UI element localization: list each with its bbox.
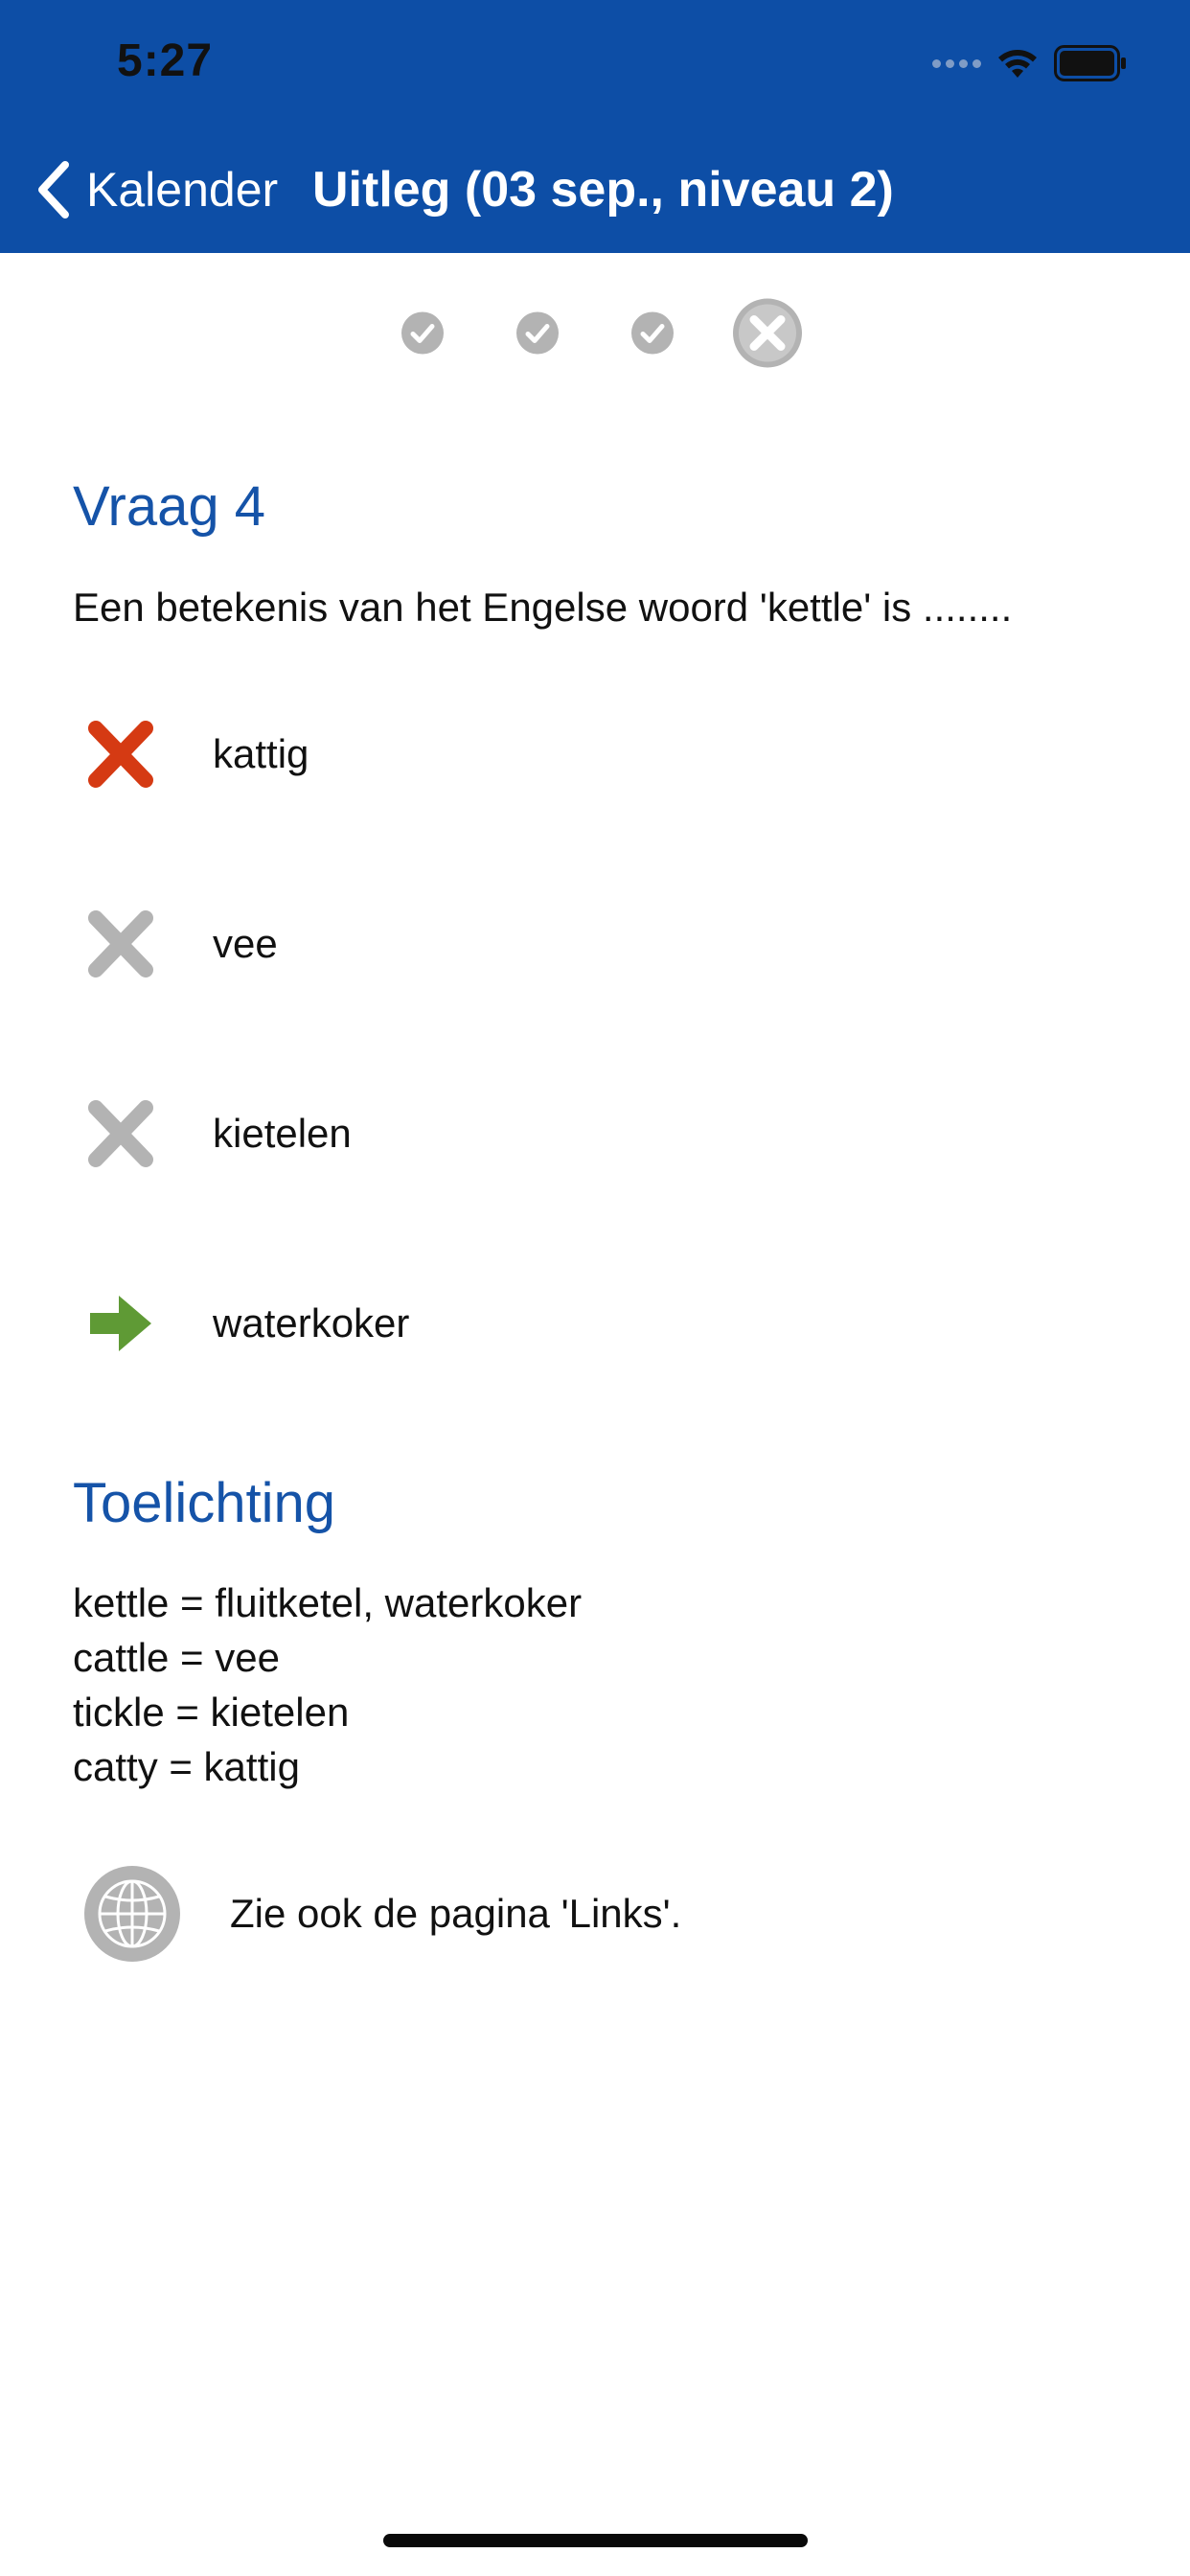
check-circle-icon [631, 311, 674, 355]
links-page-link[interactable]: Zie ook de pagina 'Links'. [82, 1861, 681, 1966]
answer-option-1[interactable]: kattig [73, 706, 1117, 802]
question-progress [0, 297, 1190, 375]
answer-option-3[interactable]: kietelen [73, 1086, 1117, 1182]
wifi-icon [998, 50, 1037, 78]
battery-icon [1054, 45, 1126, 81]
x-mark-gray-icon [88, 1100, 153, 1167]
explanation-title: Toelichting [73, 1472, 336, 1534]
answer-label: kattig [213, 731, 309, 776]
answer-option-4[interactable]: waterkoker [73, 1276, 1117, 1371]
progress-step-3[interactable] [629, 310, 675, 361]
links-label: Zie ook de pagina 'Links'. [230, 1891, 682, 1936]
page-title: Uitleg (03 sep., niveau 2) [312, 162, 894, 218]
answer-label: vee [213, 921, 278, 966]
explanation-text: kettle = fluitketel, waterkoker cattle =… [73, 1576, 582, 1794]
back-button-label: Kalender [86, 163, 279, 217]
chevron-left-icon [38, 161, 69, 218]
check-circle-icon [401, 311, 444, 355]
home-indicator[interactable] [383, 2534, 808, 2547]
progress-step-2[interactable] [515, 310, 561, 361]
answer-option-2[interactable]: vee [73, 896, 1117, 992]
cellular-signal-icon [932, 58, 981, 68]
answer-icon [73, 706, 169, 802]
check-circle-icon [516, 311, 559, 355]
answer-label: waterkoker [213, 1300, 410, 1346]
x-circle-icon [733, 298, 802, 368]
back-button[interactable]: Kalender [34, 153, 278, 226]
explanation-line: cattle = vee [73, 1635, 280, 1680]
question-title: Vraag 4 [73, 475, 265, 538]
answer-label: kietelen [213, 1111, 352, 1156]
arrow-right-green-icon [90, 1296, 151, 1351]
explanation-line: kettle = fluitketel, waterkoker [73, 1580, 583, 1625]
status-icons [932, 42, 1127, 84]
answer-icon [73, 1086, 169, 1182]
answer-icon [73, 1276, 169, 1371]
explanation-line: catty = kattig [73, 1744, 300, 1789]
navigation-header: 5:27 Kalender Uitleg (03 sep., niveau 2) [0, 0, 1190, 253]
globe-icon [84, 1866, 180, 1962]
question-text: Een betekenis van het Engelse woord 'ket… [73, 585, 1013, 630]
progress-step-1[interactable] [400, 310, 446, 361]
x-mark-red-icon [88, 721, 153, 788]
answer-icon [73, 896, 169, 992]
x-mark-gray-icon [88, 910, 153, 978]
explanation-line: tickle = kietelen [73, 1690, 350, 1735]
progress-step-4-current[interactable] [731, 297, 804, 375]
status-time: 5:27 [117, 35, 214, 86]
